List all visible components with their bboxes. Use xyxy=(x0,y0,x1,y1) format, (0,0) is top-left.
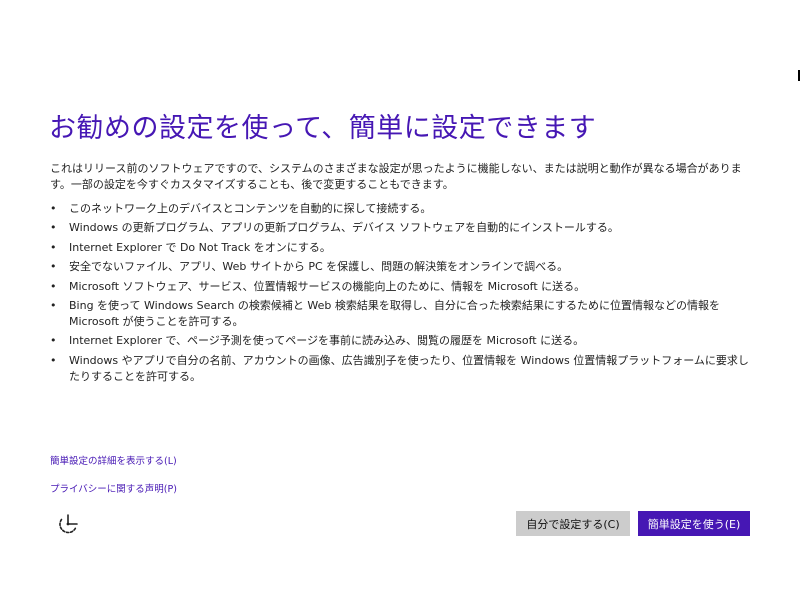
bullet-marker: • xyxy=(50,221,57,235)
list-item-text: 安全でないファイル、アプリ、Web サイトから PC を保護し、問題の解決策をオ… xyxy=(69,260,569,274)
list-item-text: Windows やアプリで自分の名前、アカウントの画像、広告識別子を使ったり、位… xyxy=(69,353,749,383)
list-item: • 安全でないファイル、アプリ、Web サイトから PC を保護し、問題の解決策を… xyxy=(50,259,750,275)
ease-of-access-icon[interactable] xyxy=(57,513,79,535)
bullet-marker: • xyxy=(50,240,57,254)
list-item: • このネットワーク上のデバイスとコンテンツを自動的に探して接続する。 xyxy=(50,201,750,217)
list-item: • Internet Explorer で、ページ予測を使ってページを事前に読み込… xyxy=(50,333,750,349)
settings-list: • このネットワーク上のデバイスとコンテンツを自動的に探して接続する。 • Wind… xyxy=(50,201,750,388)
bullet-marker: • xyxy=(50,353,57,367)
ease-of-access-icon-graphic xyxy=(59,514,78,534)
list-item-text: Microsoft ソフトウェア、サービス、位置情報サービスの機能向上のために、… xyxy=(69,279,586,293)
privacy-statement-link[interactable]: プライバシーに関する声明(P) xyxy=(50,481,177,495)
list-item: • Windows やアプリで自分の名前、アカウントの画像、広告識別子を使ったり、… xyxy=(50,353,750,385)
list-item: • Microsoft ソフトウェア、サービス、位置情報サービスの機能向上のために… xyxy=(50,279,750,295)
express-settings-details-link[interactable]: 簡単設定の詳細を表示する(L) xyxy=(50,453,177,467)
list-item-text: Bing を使って Windows Search の検索候補と Web 検索結果… xyxy=(69,298,720,328)
use-express-settings-button[interactable]: 簡単設定を使う(E) xyxy=(638,511,750,536)
bullet-marker: • xyxy=(50,334,57,348)
bullet-marker: • xyxy=(50,298,57,312)
intro-text: これはリリース前のソフトウェアですので、システムのさまざまな設定が思ったように機… xyxy=(50,162,742,191)
bullet-marker: • xyxy=(50,202,57,215)
setup-settings-page: お勧めの設定を使って、簡単に設定できます これはリリース前のソフトウェアですので… xyxy=(0,0,800,600)
list-item: • Internet Explorer で Do Not Track をオンにする… xyxy=(50,240,750,256)
list-item-text: このネットワーク上のデバイスとコンテンツを自動的に探して接続する。 xyxy=(69,202,432,215)
list-item: • Windows の更新プログラム、アプリの更新プログラム、デバイス ソフトウェ… xyxy=(50,220,750,236)
list-item: • Bing を使って Windows Search の検索候補と Web 検索結… xyxy=(50,298,750,330)
page-title: お勧めの設定を使って、簡単に設定できます xyxy=(49,113,597,144)
customize-button[interactable]: 自分で設定する(C) xyxy=(516,511,630,536)
list-item-text: Internet Explorer で Do Not Track をオンにする。 xyxy=(69,240,331,254)
bullet-marker: • xyxy=(50,279,57,293)
list-item-text: Internet Explorer で、ページ予測を使ってページを事前に読み込み… xyxy=(69,334,585,348)
list-item-text: Windows の更新プログラム、アプリの更新プログラム、デバイス ソフトウェア… xyxy=(69,221,619,235)
bullet-marker: • xyxy=(50,260,57,274)
